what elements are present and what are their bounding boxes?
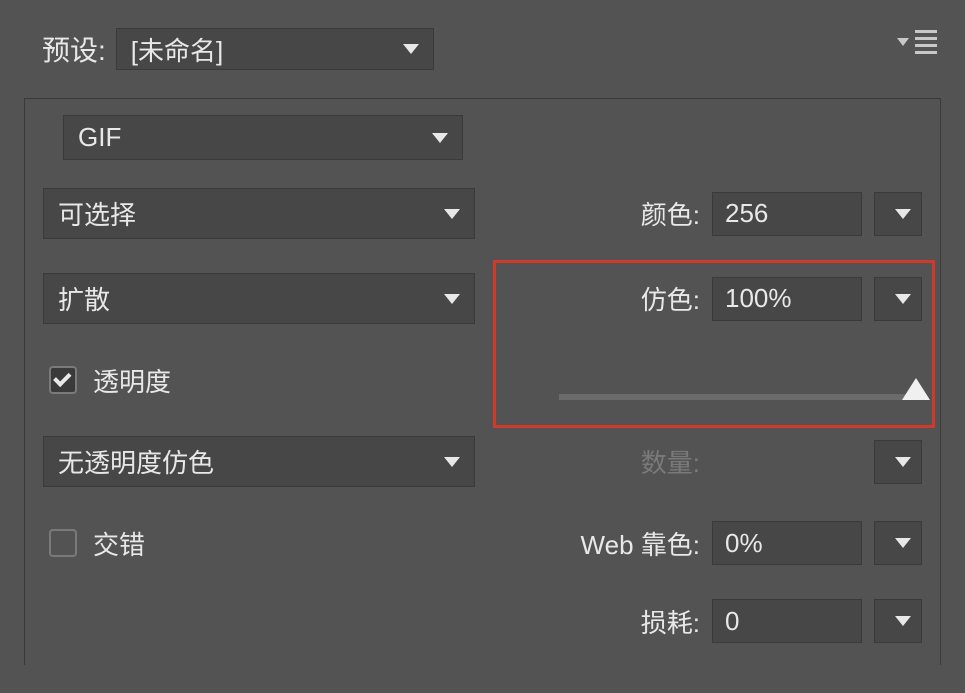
dither-amount-input[interactable] — [712, 277, 862, 321]
menu-lines-icon — [915, 30, 937, 54]
slider-thumb-icon — [902, 378, 930, 400]
chevron-down-icon — [444, 209, 460, 219]
transparency-dither-dropdown[interactable]: 无透明度仿色 — [43, 436, 475, 487]
chevron-down-icon — [444, 294, 460, 304]
colors-input[interactable] — [712, 192, 862, 236]
transparency-checkbox[interactable] — [49, 366, 77, 394]
chevron-down-icon — [895, 457, 911, 467]
dither-method-value: 扩散 — [58, 280, 434, 317]
colors-label: 颜色: — [641, 195, 700, 232]
amount-label: 数量: — [641, 443, 700, 480]
preset-label: 预设: — [42, 29, 106, 69]
format-dropdown[interactable]: GIF — [63, 115, 463, 160]
dither-method-dropdown[interactable]: 扩散 — [43, 273, 475, 324]
format-value: GIF — [78, 122, 422, 153]
dither-amount-label: 仿色: — [641, 280, 700, 317]
chevron-down-icon — [432, 133, 448, 143]
amount-input — [712, 440, 862, 484]
color-reduction-value: 可选择 — [58, 195, 434, 232]
transparency-label: 透明度 — [93, 362, 171, 399]
amount-stepper[interactable] — [874, 440, 922, 484]
checkmark-icon — [53, 369, 71, 387]
preset-value: [未命名] — [131, 31, 393, 68]
lossy-input[interactable] — [712, 599, 862, 643]
color-reduction-dropdown[interactable]: 可选择 — [43, 188, 475, 239]
dither-slider[interactable] — [559, 394, 918, 400]
transparency-dither-value: 无透明度仿色 — [58, 443, 434, 480]
triangle-down-icon — [897, 38, 909, 46]
web-snap-stepper[interactable] — [874, 521, 922, 565]
interlace-label: 交错 — [93, 525, 145, 562]
chevron-down-icon — [403, 44, 419, 54]
interlace-checkbox[interactable] — [49, 529, 77, 557]
dither-amount-stepper[interactable] — [874, 277, 922, 321]
chevron-down-icon — [444, 457, 460, 467]
settings-fieldset: GIF 可选择 颜色: 扩散 仿色: — [24, 98, 941, 665]
lossy-stepper[interactable] — [874, 599, 922, 643]
web-snap-label: Web 靠色: — [581, 525, 700, 562]
preset-dropdown[interactable]: [未命名] — [116, 28, 434, 70]
chevron-down-icon — [895, 616, 911, 626]
chevron-down-icon — [895, 538, 911, 548]
web-snap-input[interactable] — [712, 521, 862, 565]
panel-menu-button[interactable] — [897, 30, 937, 54]
chevron-down-icon — [895, 209, 911, 219]
lossy-label: 损耗: — [641, 603, 700, 640]
colors-stepper[interactable] — [874, 192, 922, 236]
chevron-down-icon — [895, 294, 911, 304]
